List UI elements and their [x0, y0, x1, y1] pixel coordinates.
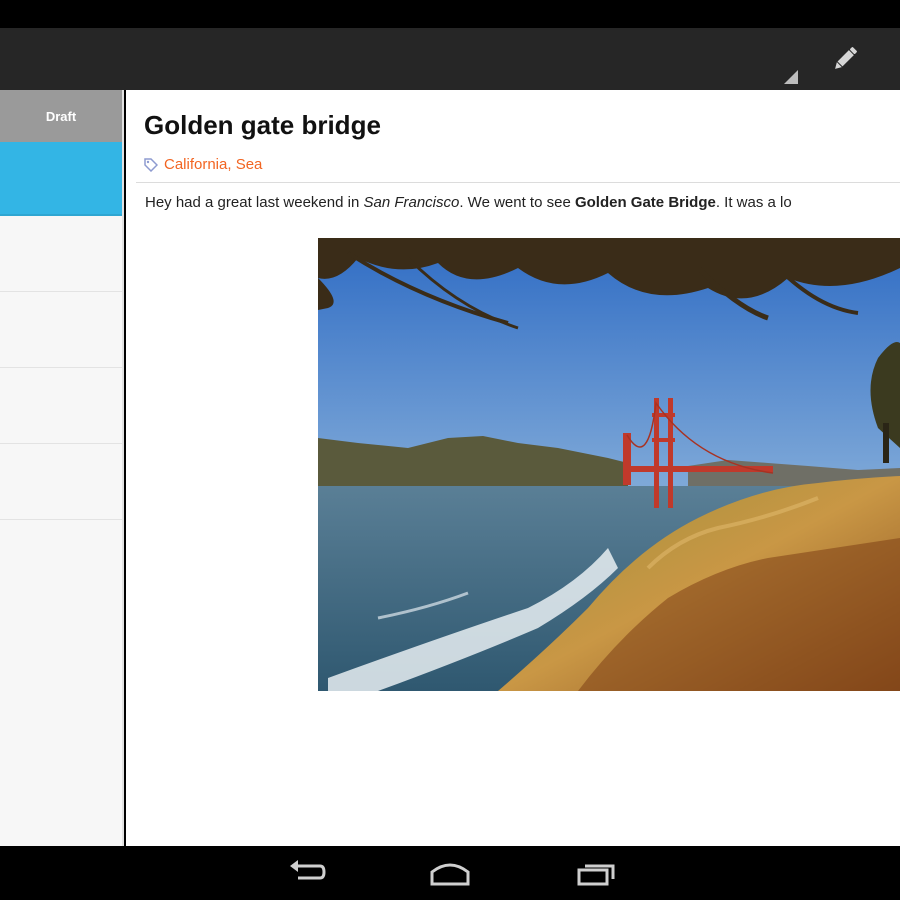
recent-apps-icon: [577, 864, 615, 886]
sidebar-item[interactable]: [0, 216, 122, 292]
home-icon: [430, 863, 470, 886]
sidebar-item[interactable]: [0, 368, 122, 444]
sidebar: Draft: [0, 90, 124, 846]
back-icon: [290, 860, 326, 880]
edit-button[interactable]: [820, 36, 870, 82]
body-text: . We went to see: [459, 194, 575, 211]
back-button[interactable]: [276, 856, 336, 890]
body-text: . It was a lo: [715, 194, 792, 211]
photo-illustration: [318, 238, 900, 691]
tag-icon: [144, 157, 158, 172]
post-body: Hey had a great last weekend in San Fran…: [145, 194, 792, 211]
body-text: Hey had a great last weekend in: [145, 194, 364, 211]
post-tags[interactable]: California, Sea: [164, 156, 262, 173]
status-bar: [0, 0, 900, 28]
pencil-icon: [835, 47, 857, 69]
home-button[interactable]: [420, 856, 480, 890]
post-content: Golden gate bridge California, Sea Hey h…: [126, 90, 900, 846]
sidebar-item-selected[interactable]: [0, 142, 122, 216]
sidebar-header-label: Draft: [45, 108, 77, 124]
body-city: San Francisco: [363, 194, 460, 211]
sidebar-item[interactable]: [0, 292, 122, 368]
action-bar: [0, 28, 900, 90]
divider: [136, 182, 900, 183]
sidebar-item[interactable]: [0, 444, 122, 520]
sidebar-header-draft: Draft: [0, 90, 122, 142]
overflow-corner-icon: [784, 70, 798, 84]
navigation-bar: [0, 846, 900, 900]
body-landmark: Golden Gate Bridge: [574, 194, 716, 211]
tag-row: California, Sea: [144, 156, 262, 173]
golden-gate-photo[interactable]: [318, 238, 900, 691]
post-title: Golden gate bridge: [144, 110, 381, 140]
recent-apps-button[interactable]: [566, 856, 626, 890]
